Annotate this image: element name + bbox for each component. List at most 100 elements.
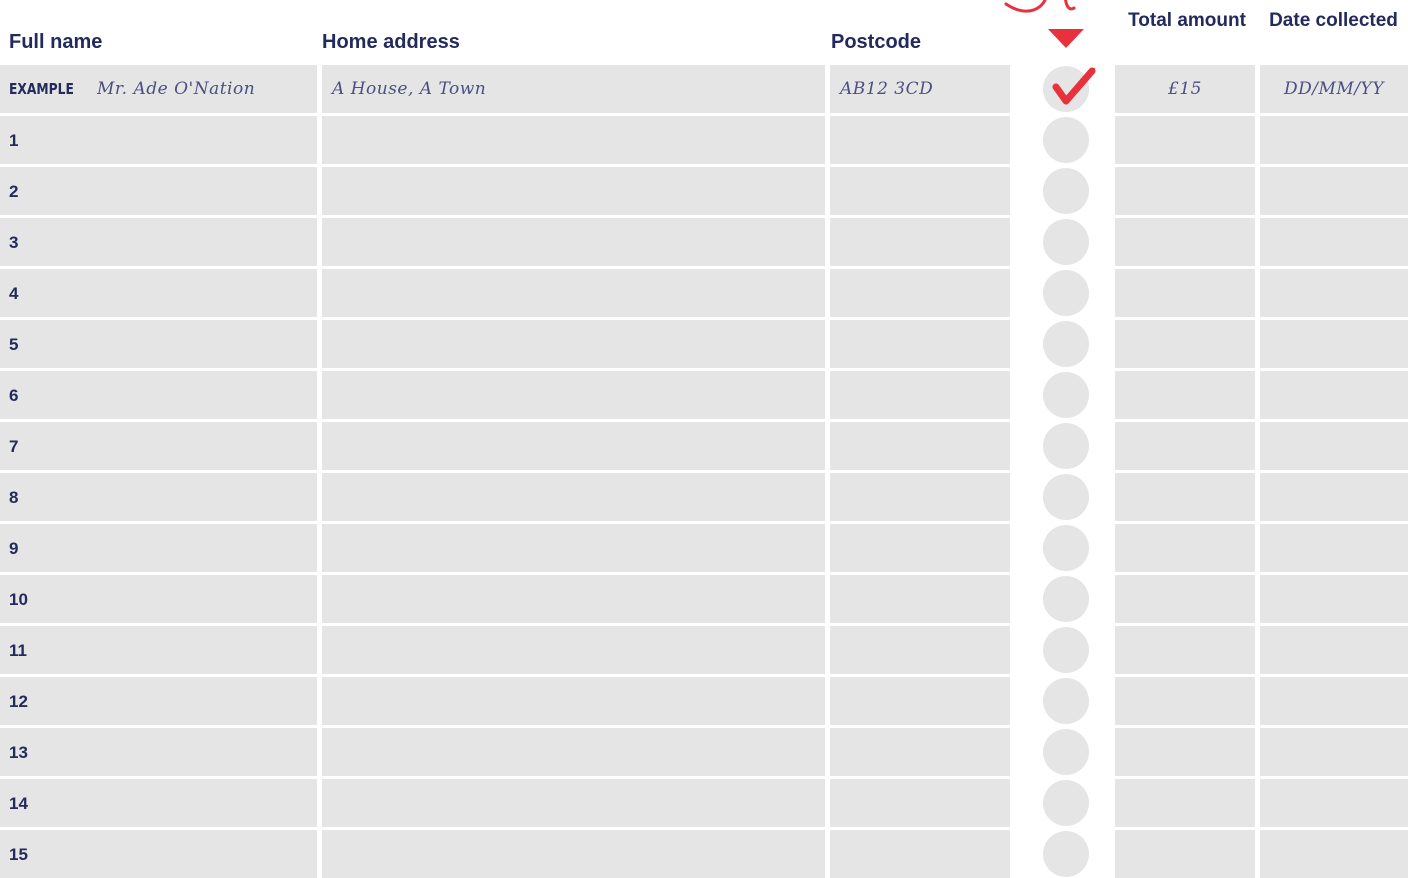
postcode-field[interactable] (830, 830, 1010, 878)
address-field[interactable] (322, 422, 825, 470)
table-row: 5 (0, 320, 1408, 368)
total-amount-field[interactable] (1115, 728, 1255, 776)
name-field[interactable] (0, 116, 317, 164)
gift-aid-checkbox[interactable] (1043, 168, 1089, 214)
gift-aid-checkbox[interactable] (1043, 525, 1089, 571)
total-amount-field[interactable] (1115, 473, 1255, 521)
postcode-field[interactable] (830, 677, 1010, 725)
name-field[interactable] (0, 779, 317, 827)
name-field[interactable] (0, 371, 317, 419)
date-collected-field[interactable] (1260, 371, 1408, 419)
total-amount-field[interactable] (1115, 218, 1255, 266)
row-number: 10 (9, 590, 28, 609)
name-field[interactable] (0, 269, 317, 317)
postcode-field[interactable] (830, 269, 1010, 317)
gift-aid-checkbox[interactable] (1043, 219, 1089, 265)
total-amount-field[interactable] (1115, 116, 1255, 164)
date-collected-field[interactable] (1260, 473, 1408, 521)
gift-aid-checkbox[interactable] (1043, 831, 1089, 877)
total-amount-field[interactable] (1115, 626, 1255, 674)
date-collected-field[interactable] (1260, 677, 1408, 725)
date-collected-field[interactable] (1260, 524, 1408, 572)
swoosh-decoration (1004, 0, 1076, 13)
postcode-field[interactable] (830, 116, 1010, 164)
postcode-field[interactable] (830, 218, 1010, 266)
total-amount-field[interactable] (1115, 779, 1255, 827)
total-amount-field[interactable] (1115, 575, 1255, 623)
name-field[interactable] (0, 626, 317, 674)
address-field[interactable] (322, 524, 825, 572)
name-field[interactable] (0, 728, 317, 776)
address-field[interactable] (322, 218, 825, 266)
row-number: 4 (9, 284, 19, 303)
address-field[interactable] (322, 473, 825, 521)
row-number: 5 (9, 335, 19, 354)
postcode-field[interactable] (830, 473, 1010, 521)
table-row: 13 (0, 728, 1408, 776)
date-collected-field[interactable] (1260, 269, 1408, 317)
name-field[interactable] (0, 167, 317, 215)
total-amount-field[interactable] (1115, 167, 1255, 215)
gift-aid-checkbox[interactable] (1043, 372, 1089, 418)
gift-aid-checkbox[interactable] (1043, 780, 1089, 826)
postcode-field[interactable] (830, 422, 1010, 470)
date-collected-field[interactable] (1260, 218, 1408, 266)
date-collected-field[interactable] (1260, 422, 1408, 470)
name-field[interactable] (0, 677, 317, 725)
gift-aid-checkbox[interactable] (1043, 627, 1089, 673)
example-name: Mr. Ade O'Nation (97, 79, 256, 99)
postcode-field[interactable] (830, 779, 1010, 827)
date-collected-field[interactable] (1260, 626, 1408, 674)
address-field[interactable] (322, 269, 825, 317)
gift-aid-checkbox[interactable] (1043, 270, 1089, 316)
header-full-name: Full name (9, 31, 103, 53)
address-field[interactable] (322, 677, 825, 725)
name-field[interactable] (0, 524, 317, 572)
postcode-field[interactable] (830, 524, 1010, 572)
example-postcode: AB12 3CD (840, 79, 934, 99)
name-field[interactable] (0, 575, 317, 623)
date-collected-field[interactable] (1260, 575, 1408, 623)
date-collected-field[interactable] (1260, 167, 1408, 215)
address-field[interactable] (322, 371, 825, 419)
name-field[interactable] (0, 218, 317, 266)
total-amount-field[interactable] (1115, 320, 1255, 368)
name-field[interactable] (0, 422, 317, 470)
date-collected-field[interactable] (1260, 779, 1408, 827)
postcode-field[interactable] (830, 728, 1010, 776)
table-row: 12 (0, 677, 1408, 725)
gift-aid-checkbox[interactable] (1043, 423, 1089, 469)
gift-aid-checkbox[interactable] (1043, 117, 1089, 163)
date-collected-field[interactable] (1260, 320, 1408, 368)
gift-aid-checkbox[interactable] (1043, 321, 1089, 367)
total-amount-field[interactable] (1115, 422, 1255, 470)
address-field[interactable] (322, 626, 825, 674)
name-field[interactable] (0, 320, 317, 368)
date-collected-field[interactable] (1260, 830, 1408, 878)
address-field[interactable] (322, 830, 825, 878)
total-amount-field[interactable] (1115, 269, 1255, 317)
address-field[interactable] (322, 575, 825, 623)
postcode-field[interactable] (830, 575, 1010, 623)
date-collected-field[interactable] (1260, 116, 1408, 164)
gift-aid-checkbox[interactable] (1043, 729, 1089, 775)
gift-aid-checkbox[interactable] (1043, 474, 1089, 520)
name-field[interactable] (0, 473, 317, 521)
postcode-field[interactable] (830, 320, 1010, 368)
postcode-field[interactable] (830, 626, 1010, 674)
address-field[interactable] (322, 167, 825, 215)
address-field[interactable] (322, 116, 825, 164)
postcode-field[interactable] (830, 371, 1010, 419)
date-collected-field[interactable] (1260, 728, 1408, 776)
total-amount-field[interactable] (1115, 677, 1255, 725)
address-field[interactable] (322, 779, 825, 827)
gift-aid-checkbox[interactable] (1043, 678, 1089, 724)
address-field[interactable] (322, 728, 825, 776)
address-field[interactable] (322, 320, 825, 368)
name-field[interactable] (0, 830, 317, 878)
total-amount-field[interactable] (1115, 371, 1255, 419)
total-amount-field[interactable] (1115, 524, 1255, 572)
gift-aid-checkbox[interactable] (1043, 576, 1089, 622)
postcode-field[interactable] (830, 167, 1010, 215)
total-amount-field[interactable] (1115, 830, 1255, 878)
